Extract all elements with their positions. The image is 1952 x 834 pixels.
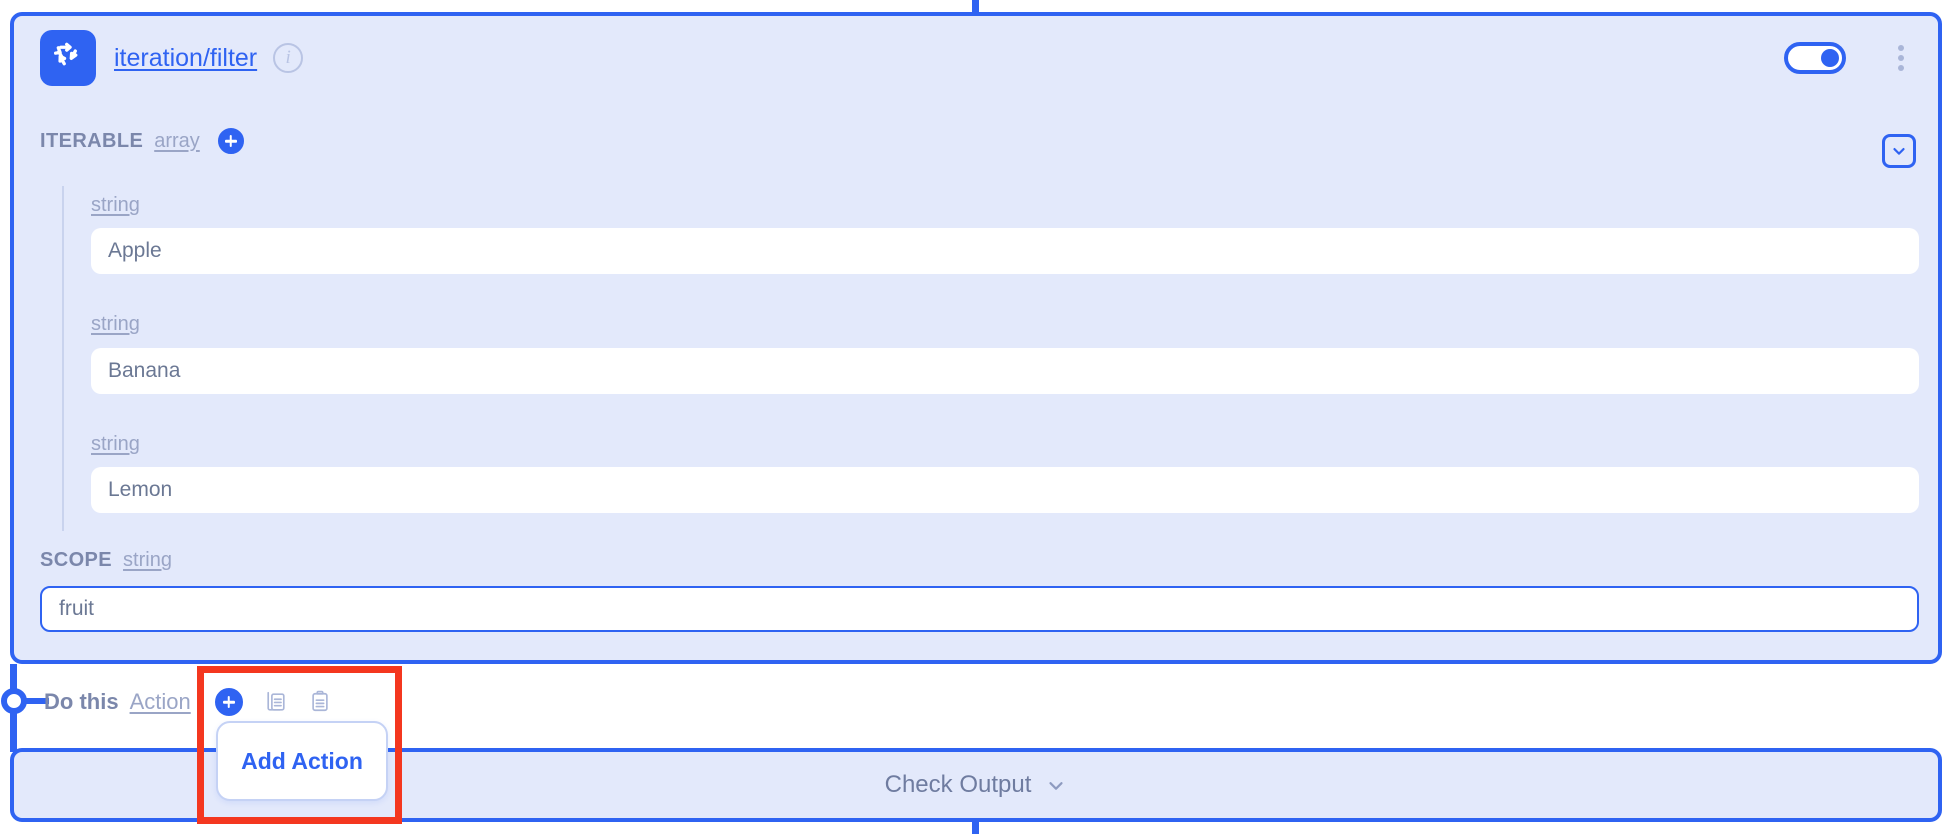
node-title-link[interactable]: iteration/filter bbox=[114, 44, 257, 73]
iterable-label: ITERABLE bbox=[40, 129, 144, 152]
workflow-node-editor: iteration/filter i ITERABLE array string… bbox=[0, 0, 1952, 834]
do-this-row: Do this Action bbox=[44, 684, 331, 720]
iteration-filter-node-card: iteration/filter i ITERABLE array string… bbox=[10, 12, 1942, 664]
kebab-menu-icon[interactable] bbox=[1886, 41, 1916, 75]
chevron-down-icon bbox=[1893, 148, 1905, 155]
scope-label: SCOPE bbox=[40, 549, 113, 571]
toggle-knob bbox=[1821, 49, 1839, 67]
kebab-dot bbox=[1898, 65, 1904, 71]
add-action-button[interactable] bbox=[214, 688, 243, 716]
array-item-type-link[interactable]: string bbox=[91, 433, 140, 456]
copy-icon[interactable] bbox=[265, 690, 287, 714]
check-output-label: Check Output bbox=[884, 771, 1032, 798]
array-item-input[interactable] bbox=[91, 228, 1919, 274]
kebab-dot bbox=[1898, 55, 1904, 61]
iteration-loop-icon bbox=[40, 30, 96, 86]
scope-label-row: SCOPE string bbox=[40, 549, 172, 572]
kebab-dot bbox=[1898, 45, 1904, 51]
scope-type-link[interactable]: string bbox=[123, 549, 172, 572]
collapse-section-button[interactable] bbox=[1882, 134, 1916, 168]
array-item-input[interactable] bbox=[91, 348, 1919, 394]
array-item-input[interactable] bbox=[91, 467, 1919, 513]
add-action-tooltip: Add Action bbox=[216, 721, 388, 801]
array-item-type-link[interactable]: string bbox=[91, 194, 140, 217]
info-icon[interactable]: i bbox=[273, 43, 304, 73]
scope-input[interactable] bbox=[40, 586, 1919, 632]
array-indent-guide bbox=[62, 186, 64, 531]
iterable-label-row: ITERABLE array bbox=[40, 128, 244, 154]
paste-clipboard-icon[interactable] bbox=[309, 690, 331, 714]
chevron-down-icon bbox=[1049, 782, 1063, 790]
add-action-tooltip-label: Add Action bbox=[241, 747, 363, 774]
connector-line-bottom bbox=[972, 818, 979, 834]
connector-node-dot bbox=[1, 688, 27, 714]
iterable-type-link[interactable]: array bbox=[154, 130, 200, 153]
enable-toggle[interactable] bbox=[1784, 42, 1846, 74]
node-header: iteration/filter i bbox=[14, 16, 1938, 100]
add-iterable-item-button[interactable] bbox=[217, 128, 244, 154]
connector-line-left-vertical-lower bbox=[10, 712, 17, 752]
do-this-label: Do this bbox=[44, 689, 119, 714]
array-item-type-link[interactable]: string bbox=[91, 313, 140, 336]
action-type-link[interactable]: Action bbox=[130, 689, 191, 715]
